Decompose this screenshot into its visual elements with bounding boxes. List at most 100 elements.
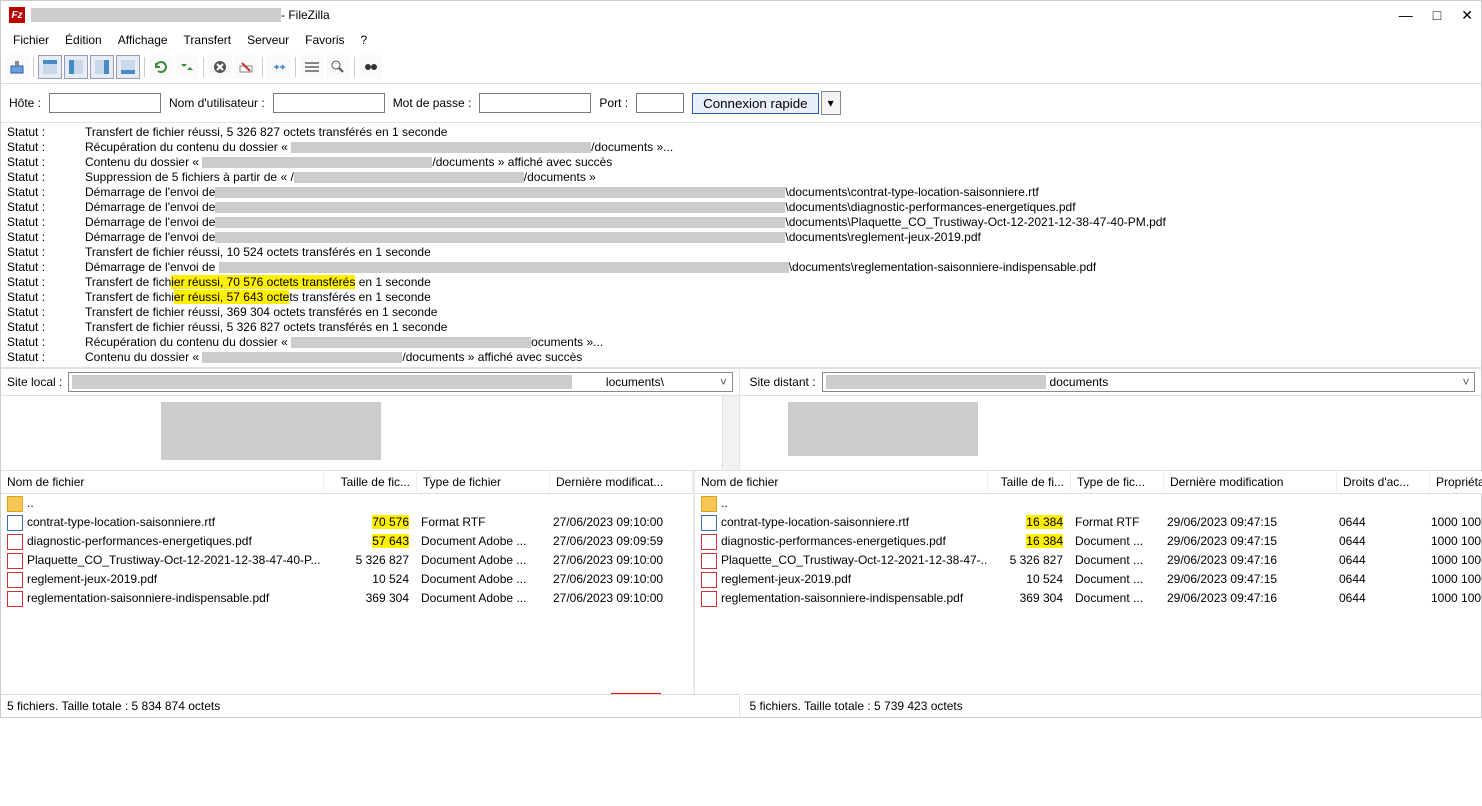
log-line: Statut :Démarrage de l'envoi de\document…: [1, 215, 1481, 230]
log-line: Statut :Transfert de fichier réussi, 5 3…: [1, 320, 1481, 335]
parent-dir[interactable]: ..: [1, 494, 693, 513]
pdf-icon: [7, 572, 23, 588]
parent-dir[interactable]: ..: [695, 494, 1482, 513]
log-line: Statut :Démarrage de l'envoi de\document…: [1, 185, 1481, 200]
log-line: Statut :Transfert de fichier réussi, 57 …: [1, 290, 1481, 305]
port-input[interactable]: [636, 93, 684, 113]
local-site-label: Site local :: [7, 375, 62, 389]
log-line: Statut :Démarrage de l'envoi de\document…: [1, 230, 1481, 245]
local-file-list[interactable]: Nom de fichier Taille de fic... Type de …: [1, 471, 694, 694]
refresh-button[interactable]: [149, 55, 173, 79]
menu-favoris[interactable]: Favoris: [299, 31, 350, 49]
user-label: Nom d'utilisateur :: [169, 96, 265, 110]
quickconnect-button[interactable]: Connexion rapide: [692, 93, 818, 114]
col-size[interactable]: Taille de fi...: [988, 471, 1071, 493]
log-line: Statut :Suppression de 5 fichiers à part…: [1, 170, 1481, 185]
process-queue-button[interactable]: [175, 55, 199, 79]
file-row[interactable]: Plaquette_CO_Trustiway-Oct-12-2021-12-38…: [1, 551, 693, 570]
col-type[interactable]: Type de fichier: [417, 471, 550, 493]
host-label: Hôte :: [9, 96, 41, 110]
chevron-down-icon: ˅: [715, 375, 731, 389]
chevron-down-icon: ˅: [1458, 375, 1474, 389]
menu-serveur[interactable]: Serveur: [241, 31, 295, 49]
compare-button[interactable]: [326, 55, 350, 79]
toolbar: [1, 51, 1481, 84]
remote-status-bar: 5 fichiers. Taille totale : 5 739 423 oc…: [744, 694, 1482, 717]
pdf-icon: [701, 534, 717, 550]
log-line: Statut :Contenu du dossier « /documents …: [1, 155, 1481, 170]
log-line: Statut :Transfert de fichier réussi, 369…: [1, 305, 1481, 320]
col-date[interactable]: Dernière modification: [1164, 471, 1337, 493]
file-row[interactable]: reglement-jeux-2019.pdf10 524Document ..…: [695, 570, 1482, 589]
col-perm[interactable]: Droits d'ac...: [1337, 471, 1430, 493]
remote-site-bar: Site distant : documents ˅: [744, 369, 1482, 395]
port-label: Port :: [599, 96, 628, 110]
log-line: Statut :Transfert de fichier réussi, 5 3…: [1, 125, 1481, 140]
pdf-icon: [7, 553, 23, 569]
toggle-log-button[interactable]: [38, 55, 62, 79]
local-site-combo[interactable]: locuments\ ˅: [68, 372, 732, 392]
rtf-icon: [7, 515, 23, 531]
menu-édition[interactable]: Édition: [59, 31, 108, 49]
menu-bar: FichierÉditionAffichageTransfertServeurF…: [1, 29, 1481, 51]
rtf-icon: [701, 515, 717, 531]
menu-?[interactable]: ?: [355, 31, 374, 49]
pass-input[interactable]: [479, 93, 591, 113]
col-name[interactable]: Nom de fichier: [1, 471, 324, 493]
log-line: Statut :Démarrage de l'envoi de\document…: [1, 200, 1481, 215]
log-line: Statut :Récupération du contenu du dossi…: [1, 335, 1481, 350]
file-row[interactable]: contrat-type-location-saisonniere.rtf70 …: [1, 513, 693, 532]
quickconnect-history-button[interactable]: ▾: [821, 91, 841, 115]
menu-fichier[interactable]: Fichier: [7, 31, 55, 49]
toggle-remote-tree-button[interactable]: [90, 55, 114, 79]
local-list-header: Nom de fichier Taille de fic... Type de …: [1, 471, 693, 494]
site-manager-button[interactable]: [5, 55, 29, 79]
col-own[interactable]: Propriétaire...: [1430, 471, 1482, 493]
minimize-button[interactable]: —: [1399, 7, 1413, 24]
message-log[interactable]: Statut :Transfert de fichier réussi, 5 3…: [1, 123, 1481, 369]
toggle-local-tree-button[interactable]: [64, 55, 88, 79]
pdf-icon: [7, 591, 23, 607]
pdf-icon: [701, 553, 717, 569]
sync-browse-button[interactable]: [359, 55, 383, 79]
maximize-button[interactable]: □: [1433, 7, 1441, 24]
remote-site-label: Site distant :: [750, 375, 816, 389]
disconnect-button[interactable]: [234, 55, 258, 79]
col-size[interactable]: Taille de fic...: [324, 471, 417, 493]
app-icon: Fz: [9, 7, 25, 23]
local-tree[interactable]: [1, 396, 739, 470]
file-row[interactable]: contrat-type-location-saisonniere.rtf16 …: [695, 513, 1482, 532]
file-row[interactable]: Plaquette_CO_Trustiway-Oct-12-2021-12-38…: [695, 551, 1482, 570]
user-input[interactable]: [273, 93, 385, 113]
window-title: - FileZilla: [281, 8, 330, 22]
local-site-bar: Site local : locuments\ ˅: [1, 369, 739, 395]
remote-file-list[interactable]: Nom de fichier Taille de fi... Type de f…: [695, 471, 1482, 694]
local-status-bar: 5 fichiers. Taille totale : 5 834 874 oc…: [1, 694, 739, 717]
col-name[interactable]: Nom de fichier: [695, 471, 988, 493]
folder-icon: [7, 496, 23, 512]
col-date[interactable]: Dernière modificat...: [550, 471, 693, 493]
title-bar: Fz - FileZilla — □ ✕: [1, 1, 1481, 29]
remote-site-combo[interactable]: documents ˅: [822, 372, 1475, 392]
col-type[interactable]: Type de fic...: [1071, 471, 1164, 493]
file-row[interactable]: reglementation-saisonniere-indispensable…: [695, 589, 1482, 608]
log-line: Statut :Transfert de fichier réussi, 10 …: [1, 245, 1481, 260]
remote-tree[interactable]: [744, 396, 1482, 470]
menu-affichage[interactable]: Affichage: [112, 31, 174, 49]
file-row[interactable]: diagnostic-performances-energetiques.pdf…: [1, 532, 693, 551]
file-row[interactable]: reglement-jeux-2019.pdf10 524Document Ad…: [1, 570, 693, 589]
folder-icon: [701, 496, 717, 512]
toggle-queue-button[interactable]: [116, 55, 140, 79]
cancel-button[interactable]: [208, 55, 232, 79]
close-button[interactable]: ✕: [1461, 7, 1473, 24]
local-site-path: locuments\: [606, 375, 664, 389]
title-redacted: [31, 8, 281, 22]
file-row[interactable]: reglementation-saisonniere-indispensable…: [1, 589, 693, 608]
file-row[interactable]: diagnostic-performances-energetiques.pdf…: [695, 532, 1482, 551]
host-input[interactable]: [49, 93, 161, 113]
reconnect-button[interactable]: [267, 55, 291, 79]
filter-button[interactable]: [300, 55, 324, 79]
menu-transfert[interactable]: Transfert: [178, 31, 238, 49]
log-line: Statut :Contenu du dossier « /documents …: [1, 350, 1481, 365]
pass-label: Mot de passe :: [393, 96, 472, 110]
